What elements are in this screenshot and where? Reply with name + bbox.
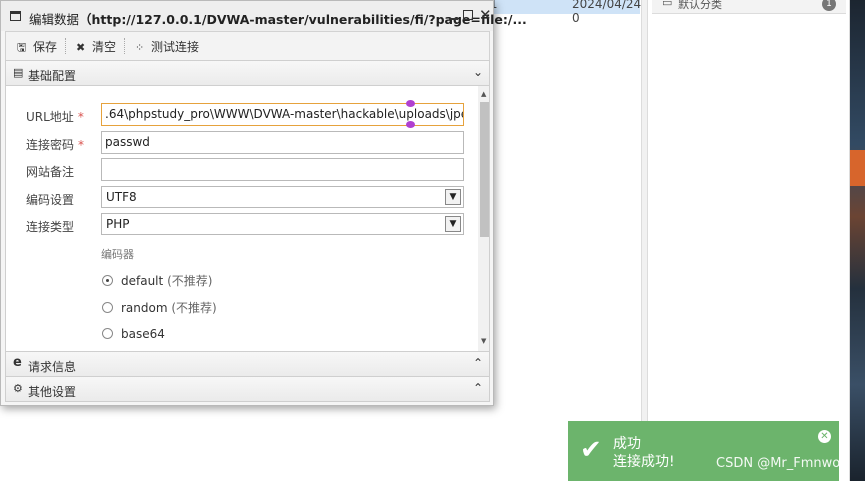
maximize-button[interactable] (463, 10, 473, 20)
chevron-up-icon: ⌃ (472, 356, 483, 370)
save-button-label: 保存 (33, 40, 58, 54)
check-icon: ✔ (580, 435, 602, 465)
encoder-option-random[interactable]: random (不推荐) (102, 299, 217, 316)
encoder-name: random (121, 301, 168, 315)
dialog-title-url: （http://127.0.0.1/DVWA-master/vulnerabil… (79, 12, 527, 27)
toolbar-separator (65, 38, 66, 54)
toolbar-separator (124, 38, 125, 54)
form-scrollbar[interactable]: ▲ ▼ (478, 86, 489, 351)
section-basic-config[interactable]: ▤ 基础配置 ⌄ (5, 60, 490, 86)
required-marker: * (77, 110, 84, 124)
dialog-titlebar[interactable]: 编辑数据（http://127.0.0.1/DVWA-master/vulner… (1, 1, 527, 31)
dialog-toolbar: 🖫 保存 ✖ 清空 ⁘ 测试连接 (5, 31, 490, 60)
watermark: CSDN @Mr_Fmnwon (716, 456, 849, 471)
encoder-note: (不推荐) (167, 274, 213, 288)
scrollbar-thumb[interactable] (480, 102, 489, 237)
scroll-up-icon[interactable]: ▲ (481, 90, 486, 98)
edit-data-dialog: 编辑数据（http://127.0.0.1/DVWA-master/vulner… (0, 0, 527, 406)
list-row-date: 2024/04/24 0 (572, 0, 642, 25)
password-label: 连接密码 * (26, 136, 84, 153)
dialog-title-label: 编辑数据 (29, 12, 80, 27)
connection-type-select[interactable]: PHP ▼ (101, 213, 464, 235)
close-button[interactable]: ✕ (479, 6, 492, 24)
toast-title: 成功 (613, 436, 641, 452)
panel-splitter[interactable] (641, 0, 648, 481)
category-item-default[interactable]: ▭ 默认分类 1 (652, 0, 846, 14)
note-label: 网站备注 (26, 165, 75, 179)
window-icon (10, 11, 21, 21)
gears-icon: ⚙ (13, 382, 23, 395)
save-button[interactable]: 🖫 保存 (17, 38, 57, 58)
encoder-note: (不推荐) (171, 301, 217, 315)
required-marker: * (78, 138, 85, 152)
connection-type-label: 连接类型 (26, 220, 75, 234)
password-input[interactable]: passwd (101, 131, 464, 154)
scroll-down-icon[interactable]: ▼ (481, 337, 486, 345)
chevron-down-icon: ⌄ (472, 65, 483, 79)
section-request-label: 请求信息 (28, 360, 77, 374)
save-icon: 🖫 (17, 41, 27, 54)
section-other-label: 其他设置 (28, 385, 77, 399)
success-toast: ✔ 成功 连接成功! ✕ (568, 421, 839, 481)
encoder-name: default (121, 274, 164, 288)
chevron-up-icon: ⌃ (472, 381, 483, 395)
encoding-label: 编码设置 (26, 193, 75, 207)
encoder-option-default[interactable]: default (不推荐) (102, 272, 212, 289)
document-icon: ▤ (13, 66, 24, 79)
url-label-text: URL地址 (26, 110, 74, 124)
section-request-info[interactable]: e 请求信息 ⌃ (5, 351, 490, 377)
clear-icon: ✖ (76, 41, 86, 54)
folder-icon: ▭ (662, 0, 673, 9)
radio-button[interactable] (102, 328, 113, 339)
chevron-down-icon: ▼ (445, 216, 461, 232)
encoder-option-base64[interactable]: base64 (102, 327, 165, 341)
desktop-orange-block (850, 150, 865, 186)
category-panel: ▭ 默认分类 1 (648, 0, 850, 481)
password-label-text: 连接密码 (26, 138, 75, 152)
section-other-settings[interactable]: ⚙ 其他设置 ⌃ (5, 376, 490, 402)
section-basic-label: 基础配置 (28, 69, 77, 83)
spinner-icon: ⁘ (135, 41, 145, 54)
browser-e-icon: e (13, 355, 22, 370)
selection-handle-bottom[interactable] (406, 121, 415, 128)
toast-message: 连接成功! (613, 454, 675, 470)
connection-type-value: PHP (106, 217, 130, 231)
encoding-select-value: UTF8 (106, 190, 137, 204)
category-count-badge: 1 (822, 0, 836, 11)
chevron-down-icon: ▼ (445, 189, 461, 205)
encoding-select[interactable]: UTF8 ▼ (101, 186, 464, 208)
encoder-name: base64 (121, 327, 165, 341)
radio-button[interactable] (102, 302, 113, 313)
minimize-button[interactable] (449, 11, 458, 20)
note-input[interactable] (101, 158, 464, 181)
clear-button[interactable]: ✖ 清空 (76, 38, 116, 55)
toast-close-icon[interactable]: ✕ (818, 430, 831, 443)
url-label: URL地址 * (26, 108, 84, 125)
clear-button-label: 清空 (92, 40, 117, 54)
selection-handle-top[interactable] (406, 100, 415, 107)
basic-config-form: URL地址 * .64\phpstudy_pro\WWW\DVWA-master\… (5, 86, 490, 351)
test-connection-button[interactable]: ⁘ 测试连接 (135, 38, 199, 55)
encoder-label: 编码器 (101, 248, 134, 261)
category-label: 默认分类 (678, 0, 722, 11)
desktop-background (850, 0, 865, 481)
radio-button-checked[interactable] (102, 275, 113, 286)
test-connection-label: 测试连接 (151, 40, 200, 54)
